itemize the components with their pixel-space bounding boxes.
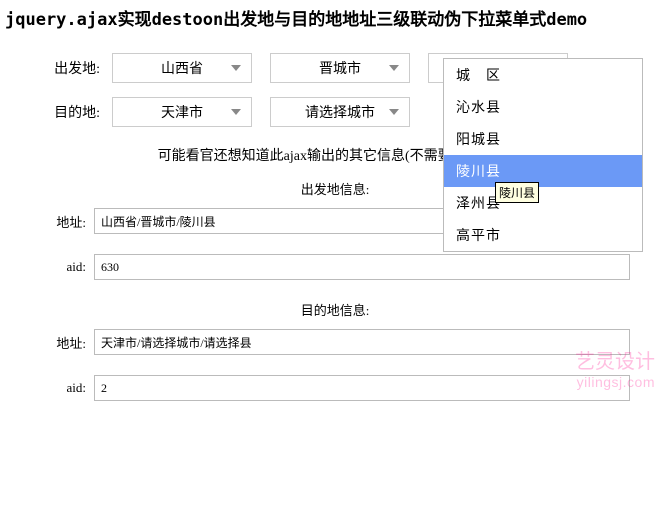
aid-label: aid: (40, 380, 86, 396)
page-title: jquery.ajax实现destoon出发地与目的地地址三级联动伪下拉菜单式d… (0, 0, 670, 45)
dropdown-option[interactable]: 沁水县 (444, 91, 642, 123)
aid-label: aid: (40, 259, 86, 275)
to-city-select[interactable]: 请选择城市 (270, 97, 410, 127)
chevron-down-icon (231, 65, 241, 71)
chevron-down-icon (231, 109, 241, 115)
to-info-head: 目的地信息: (40, 300, 630, 319)
dropdown-option[interactable]: 陵川县 (444, 155, 642, 187)
chevron-down-icon (389, 65, 399, 71)
from-aid-input[interactable] (94, 254, 630, 280)
dropdown-option[interactable]: 阳城县 (444, 123, 642, 155)
addr-label: 地址: (40, 212, 86, 231)
tooltip: 陵川县 (495, 182, 539, 203)
county-dropdown: 城 区沁水县阳城县陵川县泽州县高平市 (443, 58, 643, 252)
addr-label: 地址: (40, 333, 86, 352)
from-province-select[interactable]: 山西省 (112, 53, 252, 83)
from-city-select[interactable]: 晋城市 (270, 53, 410, 83)
dropdown-option[interactable]: 泽州县 (444, 187, 642, 219)
county-dropdown-list[interactable]: 城 区沁水县阳城县陵川县泽州县高平市 (444, 59, 642, 251)
from-label: 出发地: (40, 58, 100, 78)
dropdown-option[interactable]: 高平市 (444, 219, 642, 251)
to-aid-input[interactable] (94, 375, 630, 401)
chevron-down-icon (389, 109, 399, 115)
to-label: 目的地: (40, 102, 100, 122)
to-addr-input[interactable] (94, 329, 630, 355)
to-province-select[interactable]: 天津市 (112, 97, 252, 127)
dropdown-option[interactable]: 城 区 (444, 59, 642, 91)
